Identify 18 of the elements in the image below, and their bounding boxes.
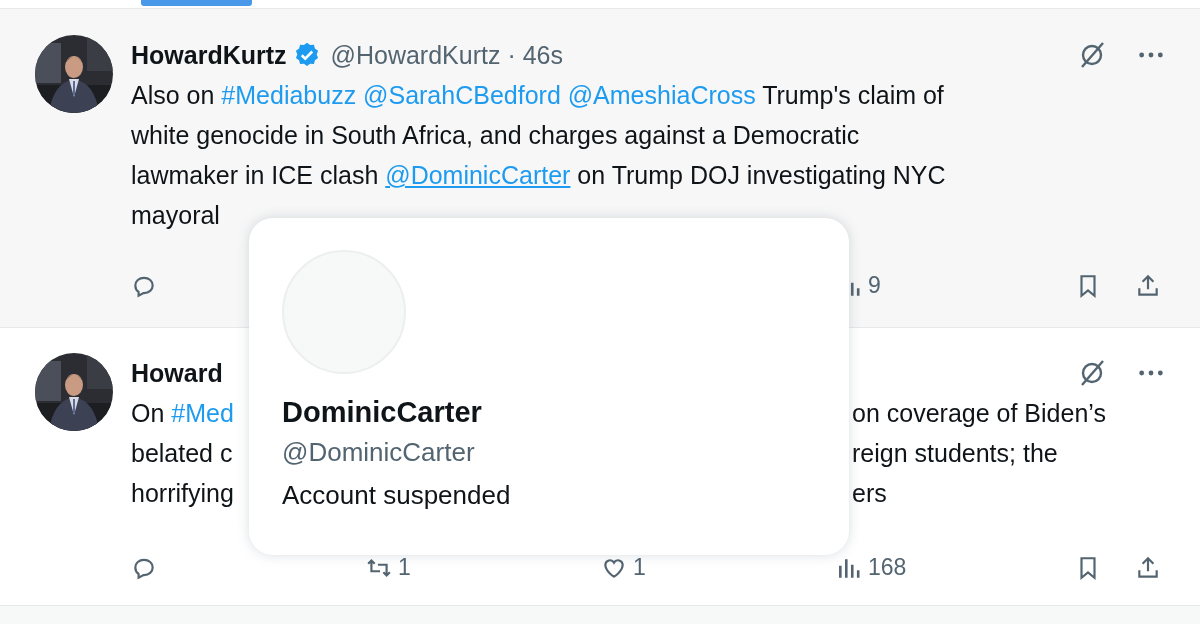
post-text: mayoral (131, 201, 220, 229)
post-text: on coverage of Biden’s (852, 398, 1107, 429)
profile-handle: @DominicCarter (282, 437, 476, 468)
post-text: ers (852, 478, 888, 509)
profile-name: DominicCarter (282, 396, 483, 429)
action-count: 168 (868, 554, 907, 581)
action-count: 9 (868, 272, 881, 299)
post-text: lawmaker in ICE clash @DominicCarter on Trump DOJ investigating NYC (131, 161, 946, 189)
post-text: Also on #Mediabuzz @SarahCBedford @AmeshiaCross Trump's claim of (131, 81, 944, 109)
action-count: 1 (398, 554, 411, 581)
action-count: 1 (633, 554, 646, 581)
account-status: Account suspended (282, 480, 512, 511)
post-text: reign students; the (852, 438, 1059, 469)
post-text: belated c (131, 438, 234, 469)
post-text: white genocide in South Africa, and charges against a Democratic (131, 121, 860, 149)
post-text: On #Med (131, 398, 235, 429)
handle-and-time: @HowardKurtz · 46s (330, 40, 563, 70)
post-text: horrifying (131, 478, 235, 509)
